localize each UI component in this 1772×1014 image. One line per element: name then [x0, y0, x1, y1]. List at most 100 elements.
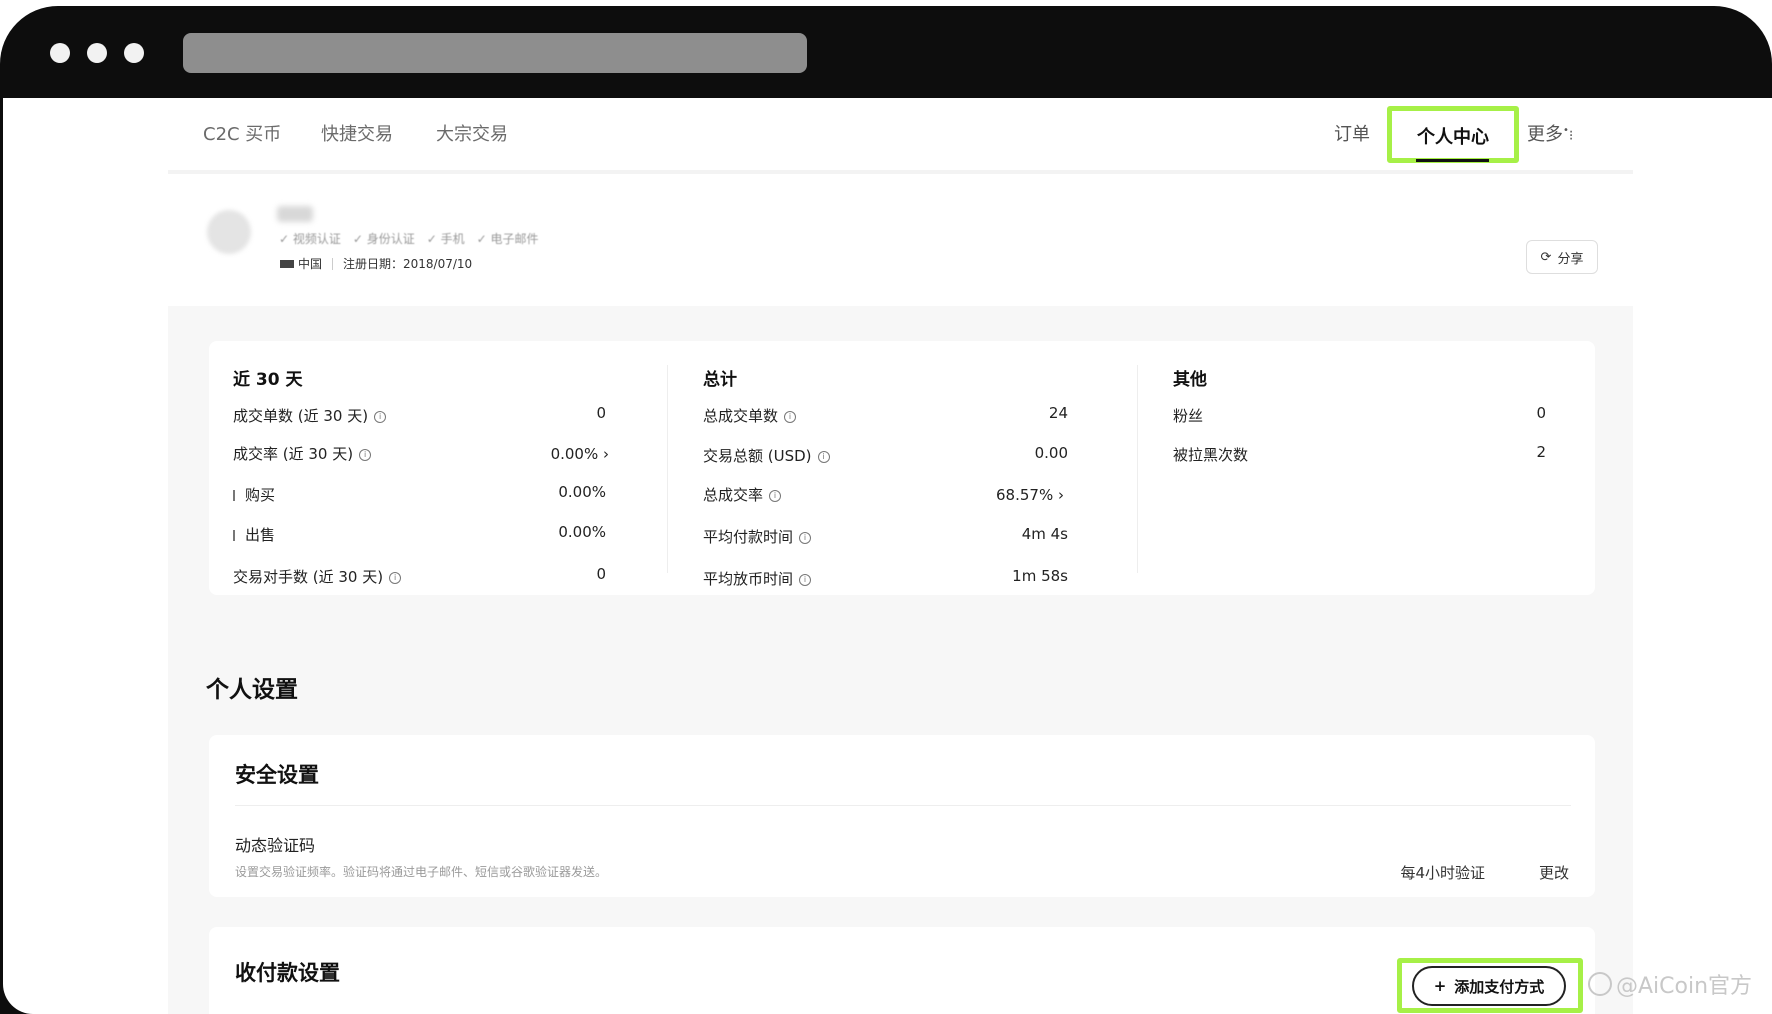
verification-frequency: 每4小时验证	[1400, 864, 1485, 882]
chevron-right-icon: ›	[603, 445, 609, 463]
stat-label: 总成交率	[703, 486, 764, 504]
verify-identity: ✓ 身份认证	[352, 232, 415, 246]
meta-separator	[332, 257, 334, 270]
nav-more[interactable]: 更多•⁝	[1527, 120, 1573, 146]
stat-row-label: 成交单数 (近 30 天) i	[233, 405, 387, 426]
stat-label: 购买	[245, 486, 276, 504]
card-divider	[235, 805, 1571, 806]
info-icon[interactable]: i	[784, 410, 797, 423]
stat-label: 被拉黑次数	[1173, 446, 1249, 464]
stat-value: 4m 4s	[1021, 525, 1068, 543]
info-icon[interactable]: i	[769, 489, 782, 502]
stat-value: 0	[596, 565, 606, 583]
browser-titlebar	[0, 6, 1772, 98]
chevron-right-icon: ›	[1058, 486, 1064, 504]
active-tab-underline	[1416, 159, 1489, 162]
stat-value-link[interactable]: 0.00% ›	[551, 445, 609, 463]
nav-personal-center[interactable]: 个人中心	[1392, 123, 1514, 149]
add-payment-highlight: + 添加支付方式	[1397, 958, 1583, 1013]
page-viewport: C2C 买币 快捷交易 大宗交易 订单 个人中心 更多•⁝ ✓ 视频认证 ✓ 身…	[3, 98, 1772, 1014]
security-settings-card: 安全设置 动态验证码 设置交易验证频率。验证码将通过电子邮件、短信或谷歌验证器发…	[209, 735, 1595, 897]
address-bar[interactable]	[183, 33, 807, 73]
username-blurred	[277, 206, 313, 222]
info-icon[interactable]: i	[817, 450, 830, 463]
aicoin-logo-icon	[1588, 972, 1612, 996]
share-icon: ⟳	[1540, 249, 1552, 265]
info-icon[interactable]: i	[799, 573, 812, 586]
stat-row-label: 总成交单数 i	[703, 405, 797, 426]
stat-label: 平均放币时间	[703, 570, 794, 588]
stat-value: 0.00%	[550, 445, 599, 463]
stat-row-label: 出售	[233, 524, 275, 545]
stat-value-link[interactable]: 68.57% ›	[996, 486, 1064, 504]
info-icon[interactable]: i	[799, 531, 812, 544]
stat-value: 0.00%	[558, 483, 606, 501]
more-menu-icon: ⁝	[1568, 128, 1574, 144]
stat-label: 总成交单数	[703, 407, 779, 425]
stat-label: 交易总额 (USD)	[703, 447, 812, 465]
nav-quick-trade[interactable]: 快捷交易	[321, 120, 393, 146]
stat-row-label: 购买	[233, 484, 275, 505]
payment-settings-title: 收付款设置	[235, 961, 340, 985]
stats-total-title: 总计	[703, 370, 737, 390]
nav-personal-center-highlight[interactable]: 个人中心	[1387, 106, 1519, 163]
info-icon[interactable]: i	[389, 571, 402, 584]
profile-meta: 中国 注册日期：2018/07/10	[280, 255, 472, 272]
window-minimize-dot[interactable]	[87, 43, 107, 63]
stat-row-label: 平均付款时间 i	[703, 526, 812, 547]
stat-row-label: 总成交率 i	[703, 484, 782, 505]
add-payment-button[interactable]: + 添加支付方式	[1412, 966, 1566, 1006]
nav-c2c-buy[interactable]: C2C 买币	[203, 120, 281, 146]
info-icon[interactable]: i	[359, 448, 372, 461]
column-separator	[667, 365, 668, 573]
nav-more-label: 更多	[1527, 124, 1563, 145]
info-icon[interactable]: i	[374, 410, 387, 423]
browser-window: C2C 买币 快捷交易 大宗交易 订单 个人中心 更多•⁝ ✓ 视频认证 ✓ 身…	[0, 6, 1772, 1014]
stat-value: 2	[1536, 443, 1546, 461]
bar-indicator	[233, 530, 235, 541]
stat-row-label: 成交率 (近 30 天) i	[233, 443, 372, 464]
personal-settings-title: 个人设置	[206, 677, 298, 703]
share-label: 分享	[1557, 251, 1584, 267]
bar-indicator	[233, 490, 235, 501]
window-maximize-dot[interactable]	[124, 43, 144, 63]
stats-other-title: 其他	[1173, 370, 1207, 390]
stats-recent-column: 近 30 天 成交单数 (近 30 天) i 0 成交率 (近 30 天) i 0.…	[233, 341, 633, 595]
verify-email: ✓ 电子邮件	[476, 232, 539, 246]
dynamic-code-title: 动态验证码	[235, 836, 316, 855]
stat-value: 0	[596, 404, 606, 422]
nav-orders[interactable]: 订单	[1334, 120, 1370, 146]
stat-value: 0.00%	[558, 523, 606, 541]
change-frequency-link[interactable]: 更改	[1539, 862, 1569, 883]
window-close-dot[interactable]	[50, 43, 70, 63]
stat-label: 平均付款时间	[703, 528, 794, 546]
stats-recent-title: 近 30 天	[233, 370, 303, 390]
verify-video: ✓ 视频认证	[279, 232, 341, 246]
payment-settings-card: 收付款设置	[209, 927, 1595, 1014]
stat-value: 0	[1536, 404, 1546, 422]
verify-phone: ✓ 手机	[426, 232, 465, 246]
register-date: 注册日期：2018/07/10	[343, 257, 473, 271]
country: 中国	[298, 257, 323, 271]
stat-value: 1m 58s	[1012, 567, 1068, 585]
nav-divider	[168, 170, 1633, 174]
stat-label: 出售	[245, 526, 276, 544]
stat-label: 成交率 (近 30 天)	[233, 445, 354, 463]
add-payment-label: 添加支付方式	[1454, 977, 1545, 996]
stat-label: 成交单数 (近 30 天)	[233, 407, 369, 425]
avatar	[207, 210, 251, 254]
plus-icon: +	[1433, 977, 1447, 995]
stat-label: 交易对手数 (近 30 天)	[233, 568, 384, 586]
column-separator	[1137, 365, 1138, 573]
dynamic-code-description: 设置交易验证频率。验证码将通过电子邮件、短信或谷歌验证器发送。	[235, 865, 608, 879]
stat-label: 粉丝	[1173, 407, 1204, 425]
stat-value: 24	[1048, 404, 1068, 422]
nav-block-trade[interactable]: 大宗交易	[436, 120, 508, 146]
stats-total-column: 总计 总成交单数 i 24 交易总额 (USD) i 0.00 总成交率 i 68.5…	[703, 341, 1103, 595]
watermark-text: @AiCoin官方	[1616, 974, 1753, 999]
flag-icon	[280, 259, 294, 268]
stats-card: 近 30 天 成交单数 (近 30 天) i 0 成交率 (近 30 天) i 0.…	[209, 341, 1595, 595]
stat-value: 0.00	[1034, 444, 1068, 462]
share-button[interactable]: ⟳ 分享	[1526, 240, 1598, 274]
stats-other-column: 其他 粉丝 0 被拉黑次数 2	[1173, 341, 1573, 595]
